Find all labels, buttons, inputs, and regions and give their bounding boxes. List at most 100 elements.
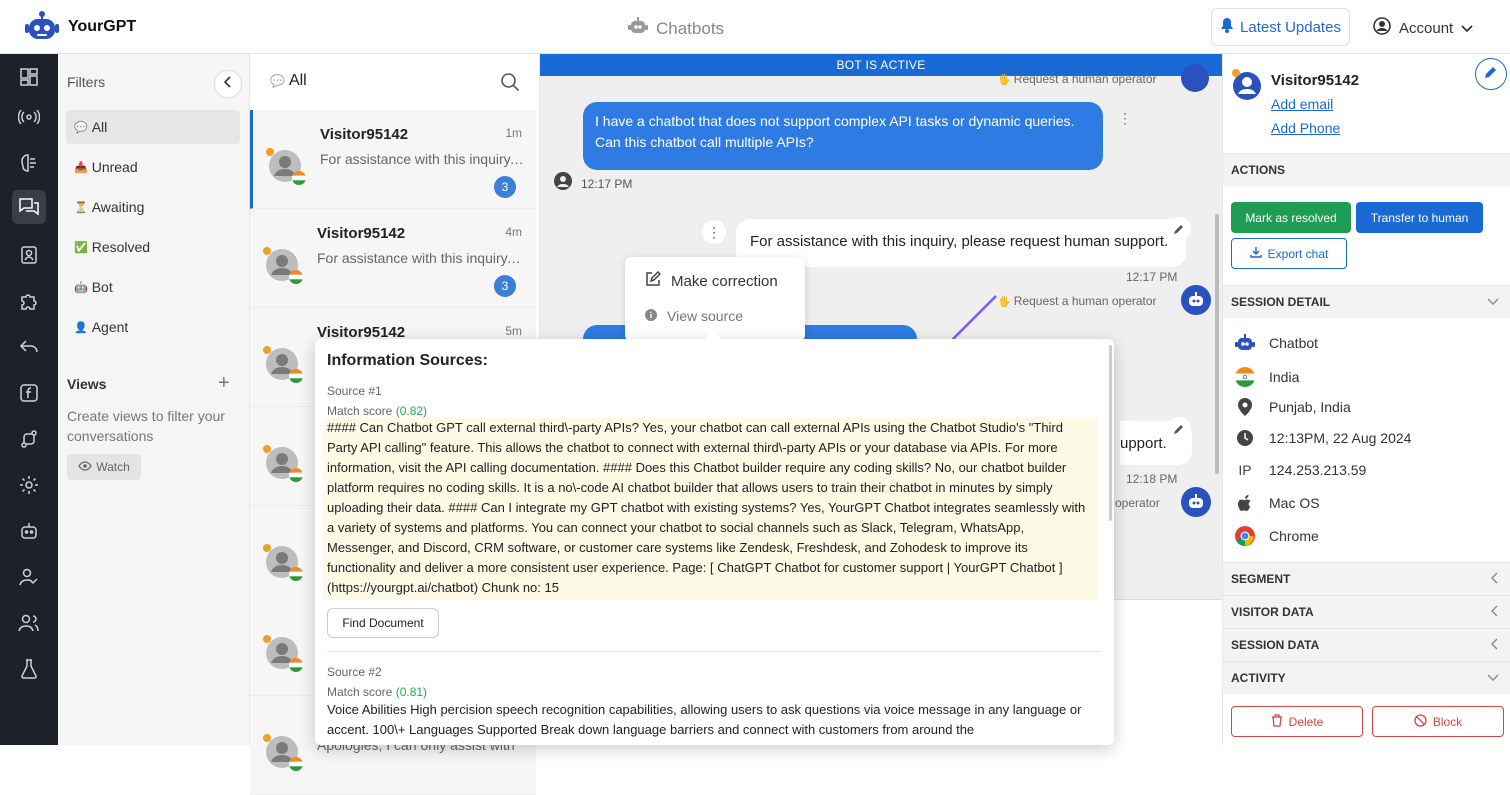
add-email-link[interactable]: Add email <box>1271 96 1333 112</box>
user-message: I have a chatbot that does not support c… <box>583 102 1103 170</box>
visitor-data-section-header[interactable]: VISITOR DATA <box>1223 595 1510 628</box>
chevron-down-icon <box>1487 295 1499 309</box>
source-text: Voice Abilities High percision speech re… <box>327 702 1082 737</box>
delete-button[interactable]: Delete <box>1231 706 1363 737</box>
ip-icon: IP <box>1238 462 1252 478</box>
watch-button[interactable]: Watch <box>67 454 141 480</box>
message-options-icon[interactable]: ⋮ <box>1118 110 1132 127</box>
top-bar: YourGPT Chatbots Latest Updates Account <box>0 0 1510 54</box>
find-document-button[interactable]: Find Document <box>327 608 439 638</box>
watch-label: Watch <box>96 460 130 474</box>
user-check-icon[interactable] <box>12 560 46 594</box>
account-menu[interactable]: Account <box>1373 17 1473 39</box>
conversation-list-title: All <box>288 72 307 89</box>
message-options-icon[interactable]: ⋮ <box>702 220 726 244</box>
chat-icon[interactable] <box>12 190 46 224</box>
conversation-preview: For assistance with this inquiry, please… <box>317 250 521 266</box>
filter-awaiting[interactable]: ⏳ Awaiting <box>66 190 240 224</box>
conversation-time: 4m <box>505 225 522 239</box>
dashboard-icon[interactable] <box>12 60 46 94</box>
bot-avatar-icon <box>1181 487 1211 517</box>
chat-scrollbar[interactable] <box>1215 214 1219 474</box>
match-score-value: (0.82) <box>395 404 428 418</box>
conversation-preview: For assistance with this inquiry, please… <box>320 151 524 167</box>
flask-icon[interactable] <box>12 652 46 686</box>
sources-title: Information Sources: <box>327 352 488 369</box>
chrome-icon <box>1235 526 1255 546</box>
info-icon <box>645 308 657 324</box>
robot-logo-icon <box>24 10 60 44</box>
export-chat-button[interactable]: Export chat <box>1231 238 1347 269</box>
contacts-icon[interactable] <box>12 238 46 272</box>
segment-section-header[interactable]: SEGMENT <box>1223 562 1510 595</box>
user-avatar-icon <box>553 171 573 196</box>
popover-scrollbar[interactable] <box>1109 345 1112 521</box>
filter-agent[interactable]: 👤 Agent <box>66 310 240 344</box>
team-icon[interactable] <box>12 606 46 640</box>
view-source-item[interactable]: View source <box>645 308 743 324</box>
visitor-avatar-icon <box>262 342 304 384</box>
visitor-name: Visitor95142 <box>1271 72 1360 89</box>
broadcast-icon[interactable] <box>12 100 46 134</box>
download-icon <box>1249 246 1262 261</box>
reply-icon[interactable] <box>12 330 46 364</box>
export-chat-label: Export chat <box>1267 246 1329 261</box>
india-flag-icon <box>1235 366 1255 388</box>
chevron-left-icon <box>223 75 232 93</box>
filter-all[interactable]: 💬 All <box>66 110 240 144</box>
session-data-section-header[interactable]: SESSION DATA <box>1223 628 1510 661</box>
detail-browser: Chrome <box>1235 526 1319 546</box>
activity-section-header[interactable]: ACTIVITY <box>1223 661 1510 694</box>
edit-square-icon <box>645 270 662 291</box>
visitor-panel: Visitor95142 Add email Add Phone ACTIONS… <box>1222 54 1510 745</box>
match-score-label: Match score <box>327 404 393 418</box>
filters-title: Filters <box>67 74 106 90</box>
detail-value: India <box>1269 369 1300 385</box>
edit-pencil-icon[interactable] <box>1167 217 1191 241</box>
match-score: Match score (0.81) <box>327 685 427 699</box>
edit-pencil-icon[interactable] <box>1167 417 1191 441</box>
workflow-icon[interactable] <box>12 422 46 456</box>
brain-icon[interactable] <box>12 146 46 180</box>
visitor-avatar-icon <box>262 540 304 582</box>
filter-bot[interactable]: 🤖 Bot <box>66 270 240 304</box>
edit-visitor-button[interactable] <box>1475 58 1507 90</box>
mark-resolved-button[interactable]: Mark as resolved <box>1231 202 1351 233</box>
chevron-down-icon <box>1461 20 1473 37</box>
request-human-partial: operator <box>1115 496 1160 510</box>
source-label: Source #1 <box>327 384 382 398</box>
user-message-time: 12:17 PM <box>581 176 633 191</box>
latest-updates-label: Latest Updates <box>1240 18 1341 36</box>
request-human-label[interactable]: 🖐 Request a human operator <box>998 294 1157 308</box>
function-icon[interactable] <box>12 376 46 410</box>
detail-location: Punjab, India <box>1235 398 1351 416</box>
latest-updates-button[interactable]: Latest Updates <box>1211 8 1350 46</box>
inbox-tray-icon: 📥 <box>74 161 88 174</box>
delete-label: Delete <box>1288 714 1324 729</box>
request-human-text: Request a human operator <box>1013 72 1157 86</box>
search-icon[interactable] <box>500 72 520 97</box>
composer-area[interactable] <box>1114 599 1222 635</box>
robot-icon <box>628 17 648 40</box>
conversation-item[interactable]: Visitor95142 4m For assistance with this i… <box>250 209 536 308</box>
collapse-filters-button[interactable] <box>214 70 242 98</box>
filter-resolved[interactable]: ✅ Resolved <box>66 230 240 264</box>
block-button[interactable]: Block <box>1372 706 1504 737</box>
pencil-icon <box>1484 65 1498 84</box>
unread-badge: 3 <box>494 176 516 198</box>
bot-icon[interactable] <box>12 514 46 548</box>
section-title: ACTIVITY <box>1231 671 1286 685</box>
user-circle-icon <box>1373 17 1391 39</box>
chevron-left-icon <box>1491 638 1499 653</box>
puzzle-icon[interactable] <box>12 284 46 318</box>
settings-gear-icon[interactable] <box>12 468 46 502</box>
conversation-item[interactable]: Visitor95142 1m For assistance with this i… <box>250 110 536 209</box>
logo[interactable]: YourGPT <box>24 10 136 44</box>
add-view-plus-icon[interactable]: + <box>218 372 230 395</box>
filter-unread[interactable]: 📥 Unread <box>66 150 240 184</box>
transfer-to-human-button[interactable]: Transfer to human <box>1356 202 1483 233</box>
add-phone-link[interactable]: Add Phone <box>1271 120 1340 136</box>
make-correction-item[interactable]: Make correction <box>645 270 778 291</box>
visitor-avatar-icon <box>262 730 304 772</box>
session-detail-header[interactable]: SESSION DETAIL <box>1223 285 1510 318</box>
